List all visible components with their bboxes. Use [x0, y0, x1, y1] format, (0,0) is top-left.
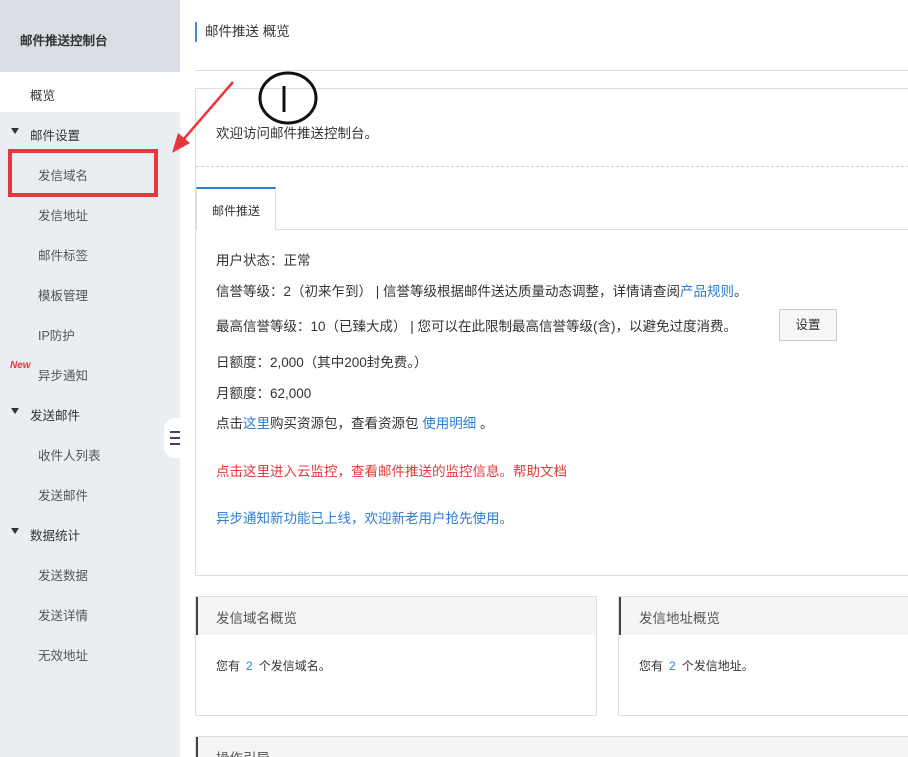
caret-down-icon: [11, 128, 19, 134]
annotation-highlight-box: [8, 149, 158, 197]
buy-prefix: 点击: [216, 416, 243, 431]
sidebar-item-sending-address[interactable]: 发信地址: [0, 192, 180, 232]
sidebar-group-send-mail[interactable]: 发送邮件: [0, 392, 180, 432]
sidebar-item-send-mail[interactable]: 发送邮件: [0, 472, 180, 512]
credit-level-end: 。: [734, 284, 748, 299]
credit-level: 信誉等级：2（初来乍到） | 信誉等级根据邮件送达质量动态调整，详情请查阅产品规…: [216, 280, 748, 300]
breadcrumb: 邮件推送 概览: [195, 22, 290, 42]
monthly-quota: 月额度：62,000: [216, 386, 312, 401]
divider: [195, 70, 908, 71]
sidebar-item-templates[interactable]: 模板管理: [0, 272, 180, 312]
sidebar-item-overview[interactable]: 概览: [0, 72, 180, 112]
caret-down-icon: [11, 528, 19, 534]
async-notice-link[interactable]: 异步通知新功能已上线，欢迎新老用户抢先使用。: [216, 507, 513, 527]
sidebar: 邮件推送控制台 概览 邮件设置 发信域名 发信地址 邮件标签 模板管理 IP防护…: [0, 0, 180, 757]
domain-overview-card: 发信域名概览 您有 2 个发信域名。: [195, 596, 597, 716]
card-body: 您有 2 个发信地址。: [619, 635, 908, 674]
card-text: 您有: [216, 659, 241, 673]
sidebar-group-statistics[interactable]: 数据统计: [0, 512, 180, 552]
user-status: 用户状态：正常: [216, 253, 311, 268]
settings-button[interactable]: 设置: [779, 309, 837, 341]
caret-down-icon: [11, 408, 19, 414]
product-rules-link[interactable]: 产品规则: [680, 284, 734, 299]
sidebar-item-recipient-list[interactable]: 收件人列表: [0, 432, 180, 472]
usage-details-link[interactable]: 使用明细: [422, 416, 476, 431]
max-credit-level: 最高信誉等级：10（已臻大成） | 您可以在此限制最高信誉等级(含)，以避免过度…: [216, 319, 738, 334]
sidebar-item-label: 异步通知: [38, 369, 89, 383]
sidebar-item-invalid-address[interactable]: 无效地址: [0, 632, 180, 672]
welcome-text: 欢迎访问邮件推送控制台。: [216, 126, 378, 141]
divider: [196, 166, 908, 167]
sidebar-item-mail-tags[interactable]: 邮件标签: [0, 232, 180, 272]
sidebar-item-ip-protection[interactable]: IP防护: [0, 312, 180, 352]
address-overview-card: 发信地址概览 您有 2 个发信地址。: [618, 596, 908, 716]
daily-quota: 日额度：2,000（其中200封免费。）: [216, 355, 428, 370]
card-text: 个发信域名。: [258, 659, 331, 673]
address-count-link[interactable]: 2: [669, 659, 676, 673]
tab-mail-push[interactable]: 邮件推送: [196, 187, 276, 230]
sidebar-group-mail-settings[interactable]: 邮件设置: [0, 112, 180, 152]
buy-mid: 购买资源包，查看资源包: [270, 416, 423, 431]
credit-level-text: 信誉等级：2（初来乍到） | 信誉等级根据邮件送达质量动态调整，详情请查阅: [216, 284, 681, 299]
card-text: 您有: [639, 659, 664, 673]
resource-pack-line: 点击这里购买资源包，查看资源包 使用明细 。: [216, 412, 494, 432]
tab-underline: [196, 229, 908, 230]
buy-here-link[interactable]: 这里: [243, 416, 270, 431]
main-content: 邮件推送 概览 欢迎访问邮件推送控制台。 邮件推送 用户状态：正常 信誉等级：2…: [195, 0, 908, 757]
domain-count-link[interactable]: 2: [246, 659, 253, 673]
card-title: 操作引导: [196, 737, 908, 757]
sidebar-collapse-icon[interactable]: [164, 418, 186, 458]
sidebar-group-label: 发送邮件: [30, 409, 81, 423]
new-badge: New: [10, 360, 31, 371]
sidebar-item-send-data[interactable]: 发送数据: [0, 552, 180, 592]
sidebar-item-send-details[interactable]: 发送详情: [0, 592, 180, 632]
card-text: 个发信地址。: [681, 659, 754, 673]
buy-end: 。: [476, 416, 494, 431]
card-body: 您有 2 个发信域名。: [196, 635, 596, 674]
card-title: 发信域名概览: [196, 597, 596, 635]
sidebar-group-label: 邮件设置: [30, 129, 81, 143]
operation-guide-card: 操作引导: [195, 736, 908, 757]
card-title: 发信地址概览: [619, 597, 908, 635]
cloud-monitor-link[interactable]: 点击这里进入云监控，查看邮件推送的监控信息。帮助文档: [216, 460, 567, 480]
overview-panel: 欢迎访问邮件推送控制台。 邮件推送 用户状态：正常 信誉等级：2（初来乍到） |…: [195, 88, 908, 576]
console-title: 邮件推送控制台: [0, 0, 180, 72]
sidebar-group-label: 数据统计: [30, 529, 81, 543]
sidebar-item-async-notify[interactable]: New 异步通知: [0, 352, 180, 392]
